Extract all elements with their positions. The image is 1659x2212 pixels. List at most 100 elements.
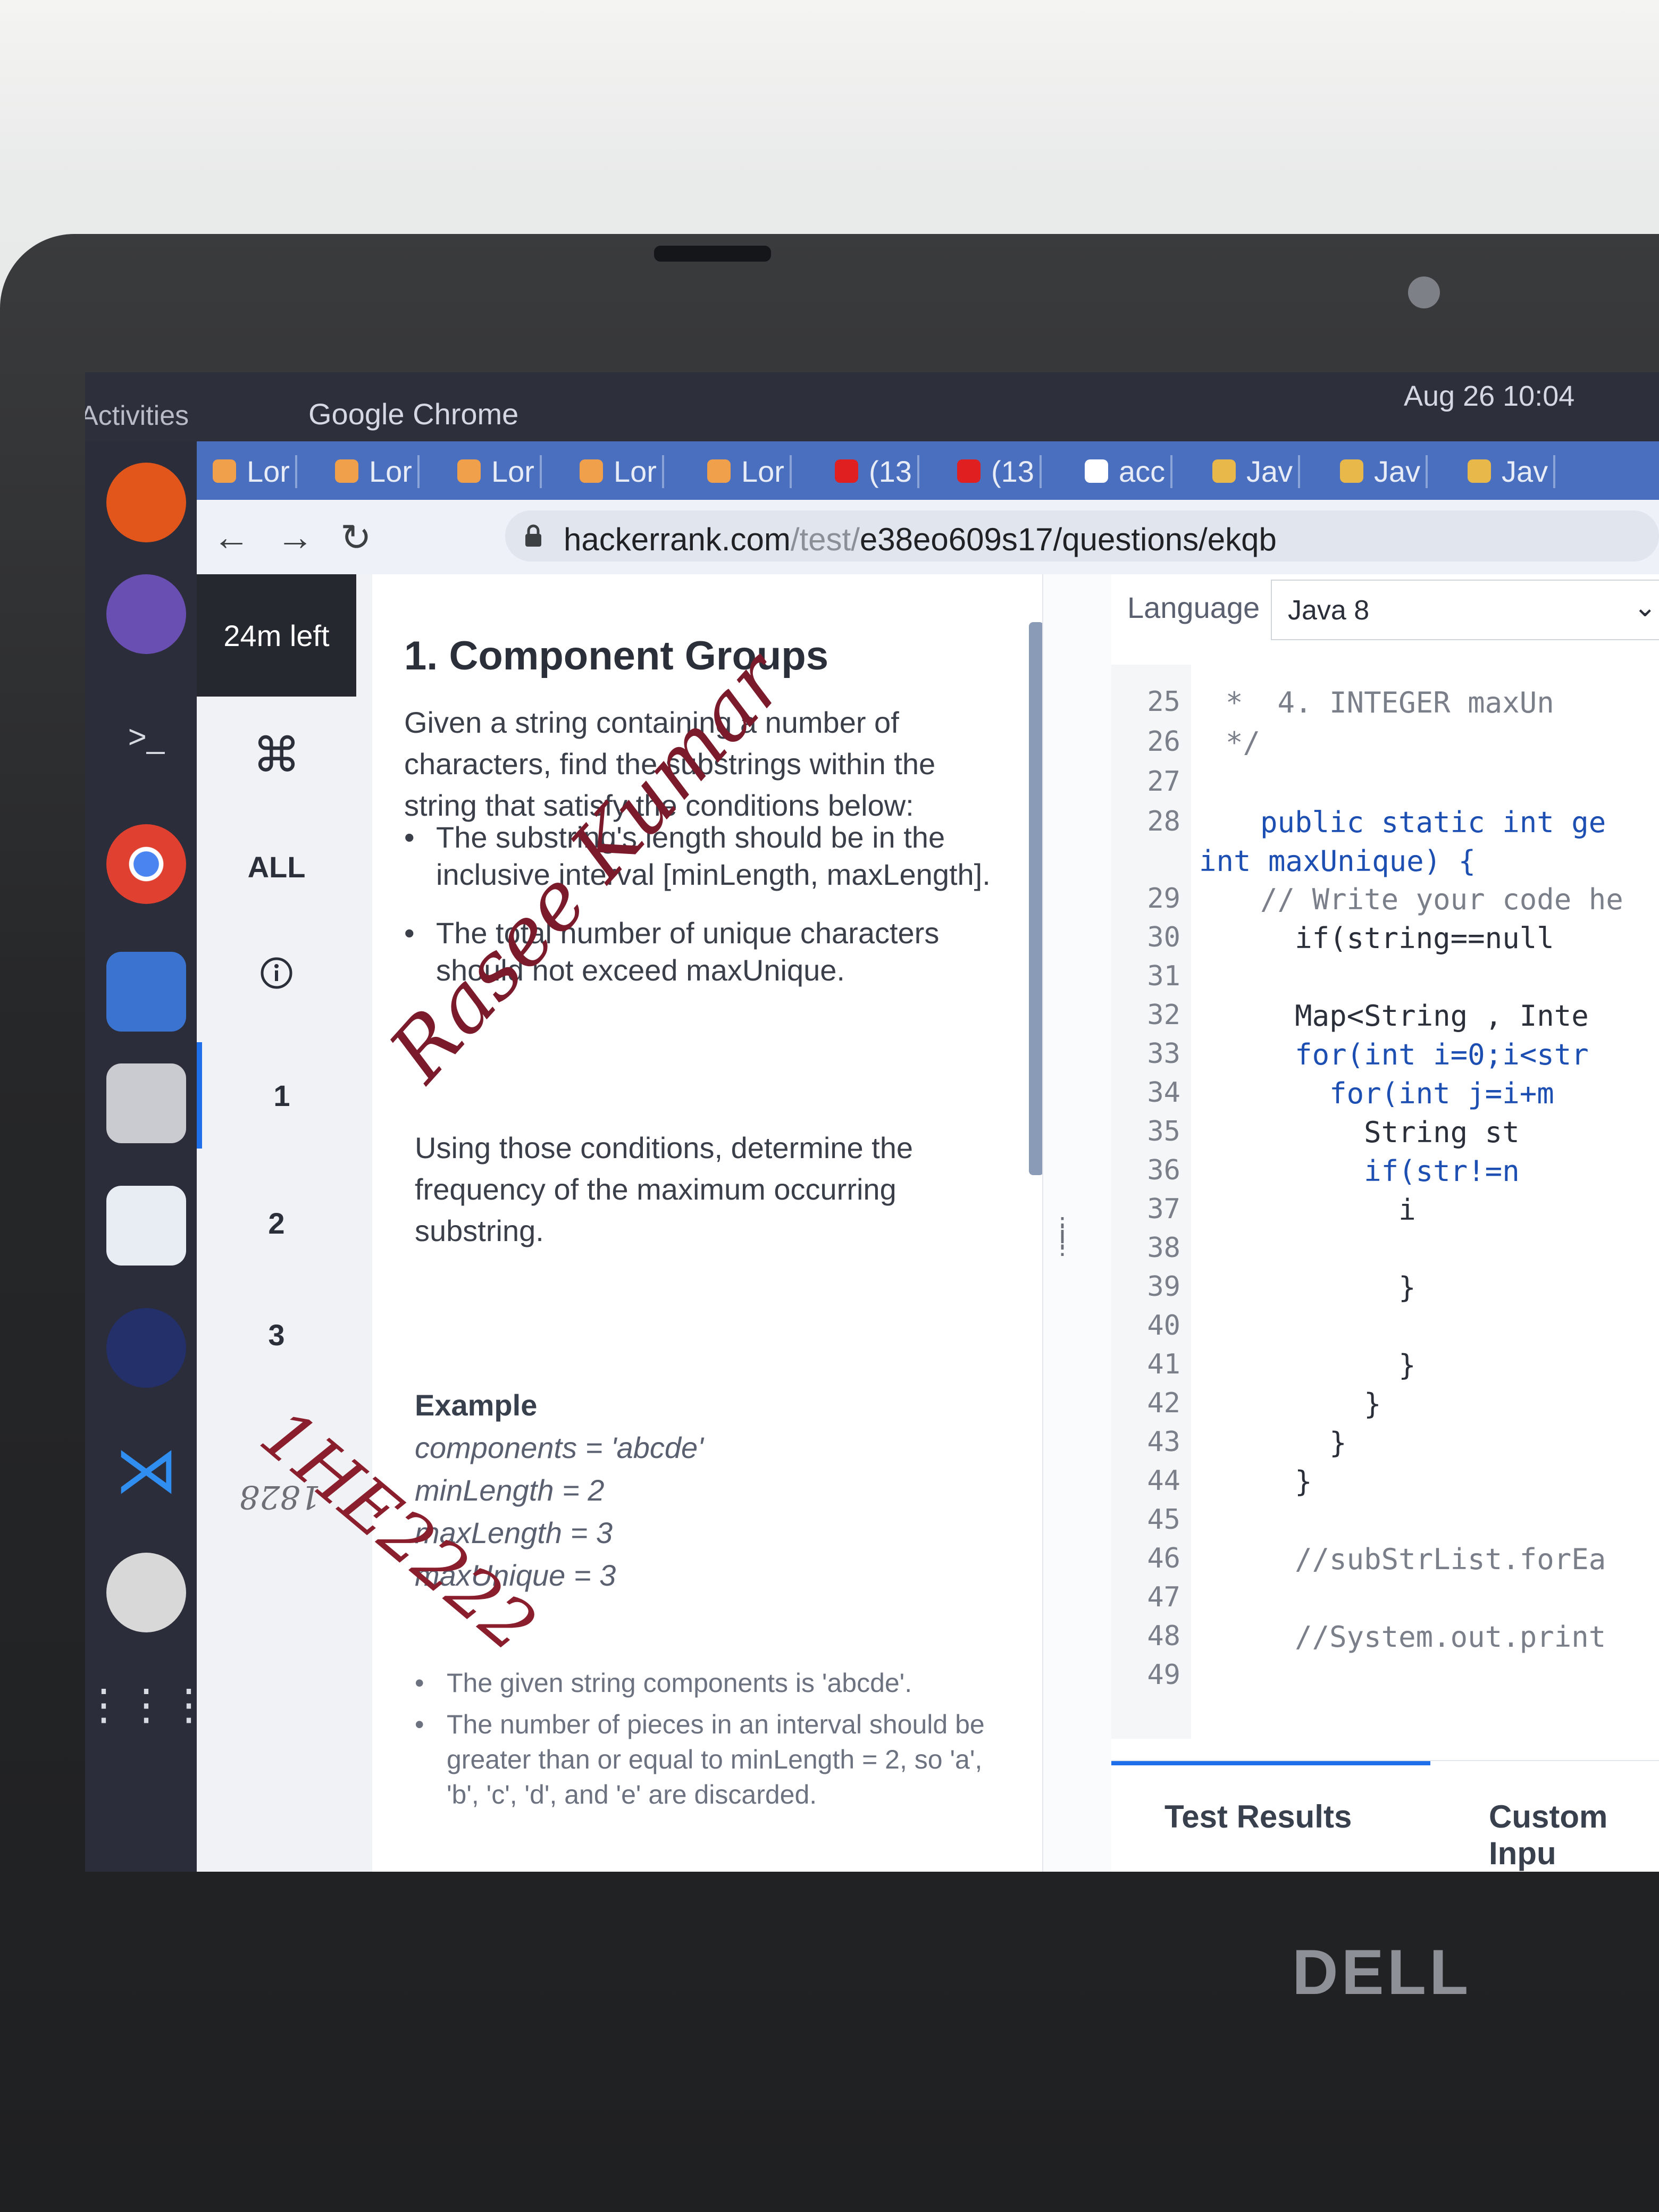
webcam bbox=[1408, 276, 1440, 308]
code-line[interactable]: } bbox=[1191, 1348, 1416, 1382]
forward-arrow-icon[interactable]: → bbox=[276, 516, 314, 558]
tab-test-results[interactable]: Test Results bbox=[1164, 1798, 1352, 1835]
browser-tab[interactable]: Jav bbox=[1340, 450, 1428, 492]
url-path: e38eo609s17/questions/ekqb bbox=[859, 522, 1277, 557]
line-number: 28 bbox=[1147, 806, 1180, 837]
language-value: Java 8 bbox=[1288, 595, 1370, 626]
code-line[interactable]: } bbox=[1191, 1271, 1416, 1304]
line-number: 31 bbox=[1147, 960, 1180, 992]
tab-custom-input[interactable]: Custom Inpu bbox=[1489, 1798, 1659, 1872]
example-line: minLength = 2 bbox=[415, 1473, 605, 1507]
info-circle-icon bbox=[261, 957, 292, 989]
explanation-bullet: The given string components is 'abcde'. bbox=[415, 1664, 1000, 1702]
vscode-icon[interactable]: ⋊ bbox=[106, 1430, 186, 1510]
files-icon[interactable] bbox=[106, 1063, 186, 1143]
back-arrow-icon[interactable]: ← bbox=[213, 516, 250, 558]
code-line[interactable]: } bbox=[1191, 1426, 1347, 1460]
code-line[interactable]: i bbox=[1191, 1193, 1416, 1227]
terminal-icon[interactable]: >_ bbox=[106, 697, 186, 776]
browser-tab[interactable]: Jav bbox=[1468, 450, 1556, 492]
timer: 24m left bbox=[197, 574, 356, 697]
app-menu[interactable]: Google Chrome bbox=[308, 397, 518, 431]
language-label: Language bbox=[1127, 591, 1260, 624]
lock-icon bbox=[525, 524, 541, 547]
line-number: 25 bbox=[1147, 686, 1180, 718]
code-line[interactable]: } bbox=[1191, 1387, 1381, 1421]
tab-label: Lor bbox=[369, 454, 412, 488]
problem-scrollbar[interactable] bbox=[1029, 622, 1044, 1175]
line-number: 38 bbox=[1147, 1232, 1180, 1264]
line-number: 33 bbox=[1147, 1038, 1180, 1070]
firefox-dev-icon[interactable] bbox=[106, 574, 186, 654]
language-select[interactable]: Java 8 ⌄ bbox=[1271, 580, 1659, 640]
line-number: 47 bbox=[1147, 1581, 1180, 1613]
tab-label: Jav bbox=[1502, 454, 1548, 488]
code-line[interactable]: Map<String , Inte bbox=[1191, 999, 1589, 1033]
youtube-icon bbox=[957, 459, 981, 483]
rhythmbox-icon[interactable] bbox=[106, 1553, 186, 1632]
line-number: 46 bbox=[1147, 1543, 1180, 1574]
code-line[interactable]: for(int j=i+m bbox=[1191, 1077, 1554, 1110]
line-gutter: 25 26 27 28 29 30 31 32 33 34 35 36 37 3… bbox=[1111, 665, 1191, 1739]
browser-tab[interactable]: Lor bbox=[335, 450, 420, 492]
question-2-button[interactable]: 2 bbox=[197, 1170, 356, 1276]
line-number: 35 bbox=[1147, 1116, 1180, 1147]
browser-tab[interactable]: Jav bbox=[1212, 450, 1301, 492]
code-line[interactable]: * 4. INTEGER maxUn bbox=[1191, 686, 1554, 719]
firefox-icon[interactable] bbox=[106, 463, 186, 542]
all-questions-button[interactable]: ALL bbox=[197, 814, 356, 920]
url-path-dim: /test/ bbox=[790, 522, 860, 557]
browser-tab[interactable]: Lor bbox=[213, 450, 297, 492]
code-line[interactable]: } bbox=[1191, 1465, 1312, 1498]
reload-icon[interactable]: ↻ bbox=[340, 516, 372, 559]
line-number: 34 bbox=[1147, 1077, 1180, 1109]
line-number: 40 bbox=[1147, 1310, 1180, 1342]
show-apps-icon[interactable]: ⋮⋮⋮ bbox=[85, 1664, 210, 1744]
code-line[interactable]: */ bbox=[1191, 726, 1260, 759]
browser-tab[interactable]: Lor bbox=[707, 450, 792, 492]
chrome-icon[interactable] bbox=[106, 824, 186, 904]
code-line[interactable]: //System.out.print bbox=[1191, 1620, 1606, 1654]
line-number: 48 bbox=[1147, 1620, 1180, 1652]
activities-button[interactable]: Activities bbox=[85, 400, 189, 432]
browser-tab[interactable]: (13 bbox=[957, 450, 1042, 492]
code-editor: Language Java 8 ⌄ 25 26 27 28 29 30 31 3… bbox=[1111, 574, 1659, 1872]
code-line[interactable]: //subStrList.forEa bbox=[1191, 1543, 1606, 1576]
code-line[interactable]: if(str!=n bbox=[1191, 1154, 1520, 1188]
browser-tab[interactable]: acc bbox=[1085, 450, 1173, 492]
command-icon[interactable]: ⌘ bbox=[197, 697, 356, 814]
leetcode-icon bbox=[213, 459, 236, 483]
browser-tab[interactable]: Lor bbox=[457, 450, 542, 492]
code-line[interactable]: String st bbox=[1191, 1116, 1520, 1149]
bottom-tabs: Test Results Custom Inpu bbox=[1111, 1760, 1659, 1872]
question-1-button[interactable]: 1 bbox=[197, 1042, 362, 1149]
dell-logo: DELL bbox=[1292, 1937, 1472, 2008]
active-tab-indicator bbox=[1111, 1761, 1430, 1765]
example-title: Example bbox=[415, 1388, 538, 1422]
pen-icon[interactable] bbox=[106, 1186, 186, 1266]
line-number: 49 bbox=[1147, 1659, 1180, 1691]
problem-task: Using those conditions, determine the fr… bbox=[415, 1131, 913, 1247]
line-number: 36 bbox=[1147, 1154, 1180, 1186]
browser-tab[interactable]: (13 bbox=[835, 450, 919, 492]
code-line[interactable]: if(string==null bbox=[1191, 921, 1554, 955]
dock: >_ ⋊ ⋮⋮⋮ bbox=[85, 441, 210, 1872]
tab-label: Jav bbox=[1246, 454, 1293, 488]
question-rail: 24m left ⌘ ALL 1 2 3 bbox=[197, 574, 372, 1872]
tab-label: acc bbox=[1119, 454, 1166, 488]
line-number: 30 bbox=[1147, 921, 1180, 953]
address-bar[interactable]: hackerrank.com/test/e38eo609s17/question… bbox=[505, 510, 1659, 562]
question-3-button[interactable]: 3 bbox=[197, 1281, 356, 1388]
code-line[interactable]: // Write your code he bbox=[1191, 883, 1623, 916]
clock[interactable]: Aug 26 10:04 bbox=[1404, 380, 1574, 413]
drag-grip-icon[interactable]: ⋮ ⋮ ⋮ ⋮ bbox=[1050, 1214, 1082, 1258]
info-icon[interactable] bbox=[197, 920, 356, 1026]
browser-tab[interactable]: Lor bbox=[580, 450, 664, 492]
code-line[interactable]: public static int ge bbox=[1191, 806, 1606, 839]
code-line[interactable]: int maxUnique) { bbox=[1199, 844, 1476, 878]
code-line[interactable]: for(int i=0;i<str bbox=[1191, 1038, 1589, 1071]
tab-label: Jav bbox=[1374, 454, 1421, 488]
mirror-text: 1828 bbox=[239, 1478, 321, 1515]
eclipse-icon[interactable] bbox=[106, 1308, 186, 1388]
text-editor-icon[interactable] bbox=[106, 952, 186, 1032]
